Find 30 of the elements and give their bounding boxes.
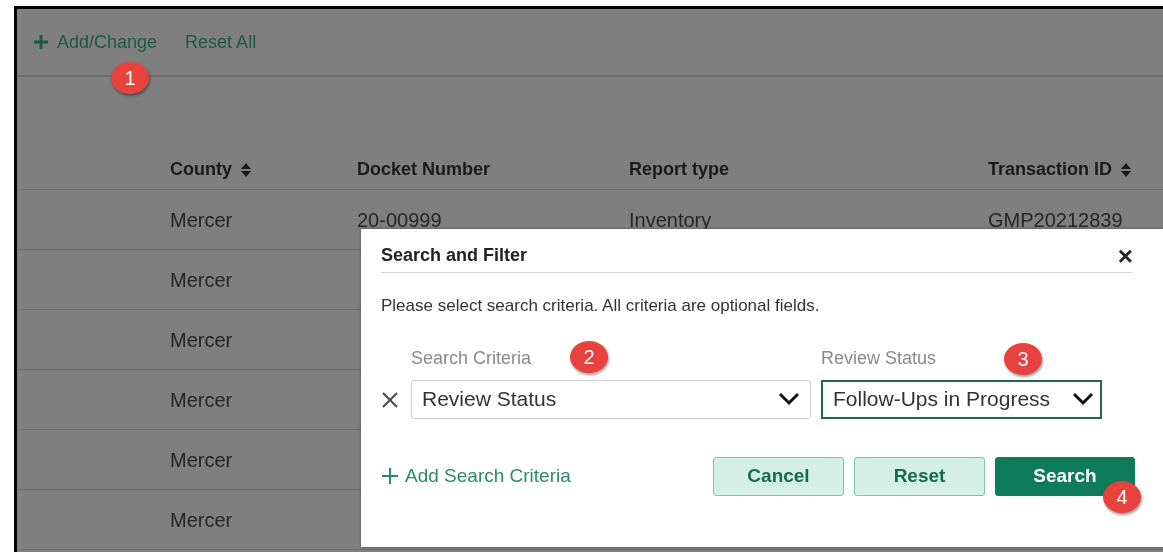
instruction-text: Please select search criteria. All criteria are optional fields. (381, 295, 821, 317)
field-label: Review Status (821, 346, 937, 370)
plus-icon (381, 467, 399, 485)
field-label: Search Criteria (411, 346, 532, 370)
column-header[interactable]: Report type (629, 156, 729, 183)
add-criteria-link[interactable]: Add Search Criteria (381, 461, 571, 491)
chevron-down-icon (1072, 392, 1094, 406)
column-header[interactable]: County (170, 156, 252, 183)
select-field[interactable]: Review Status (411, 379, 811, 419)
table-cell: 20-00999 (357, 208, 442, 231)
select-field[interactable]: Follow-Ups in Progress (821, 379, 1102, 419)
table-cell: Mercer (170, 328, 233, 351)
column-header[interactable]: Transaction ID (988, 156, 1133, 183)
dialog-title: Search and Filter (381, 244, 528, 267)
dialog-button[interactable]: Cancel (713, 456, 844, 496)
table-cell: Mercer (170, 388, 233, 411)
table-cell: Mercer (170, 508, 233, 531)
sort-icon (240, 161, 252, 178)
column-header[interactable]: Docket Number (357, 156, 491, 183)
table-cell: Mercer (170, 268, 233, 291)
sort-icon (1120, 161, 1133, 178)
close-button[interactable]: × (1117, 242, 1133, 269)
dialog-button[interactable]: Reset (854, 456, 985, 496)
remove-icon (381, 390, 399, 409)
table-cell: Inventory (629, 208, 712, 231)
table-cell: GMP20212839 (988, 208, 1123, 231)
table-cell: Mercer (170, 208, 233, 231)
table-cell: Mercer (170, 448, 233, 471)
chevron-down-icon (778, 392, 800, 406)
plus-icon (33, 34, 49, 50)
